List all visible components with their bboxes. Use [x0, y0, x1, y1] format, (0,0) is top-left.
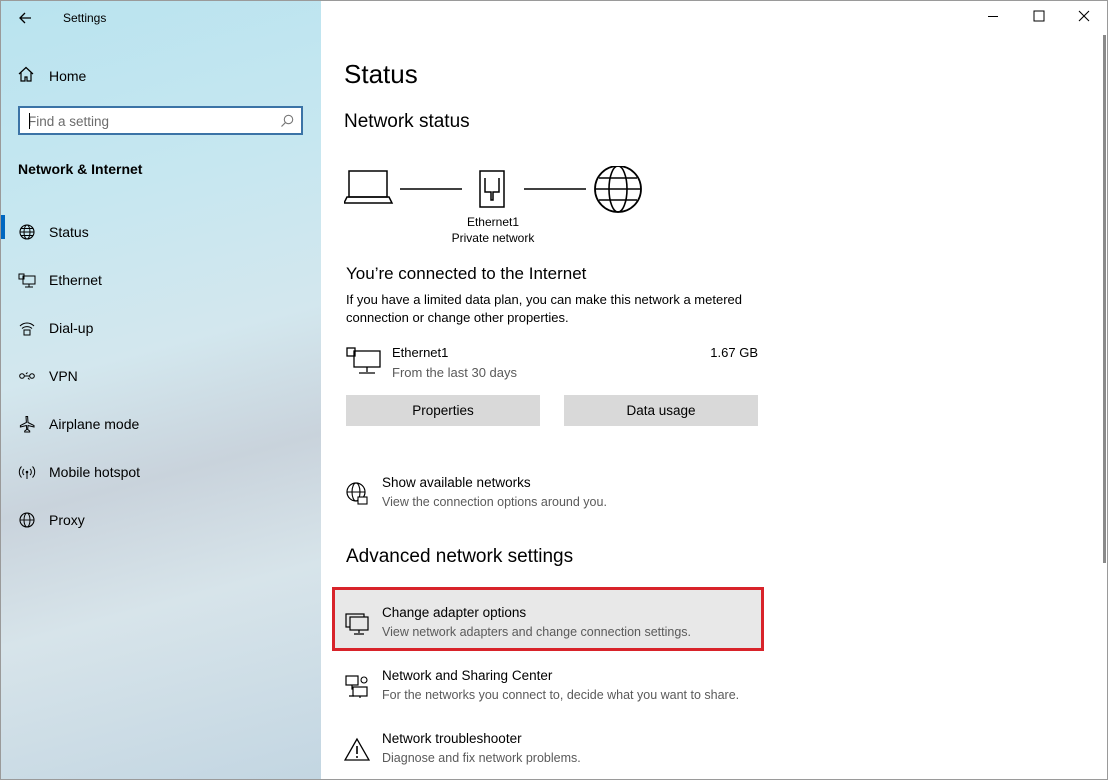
connection-name: Ethernet1 [392, 345, 449, 360]
vpn-icon [18, 367, 36, 385]
sidebar-item-airplane-mode[interactable]: Airplane mode [1, 401, 321, 449]
sidebar-item-proxy[interactable]: Proxy [1, 497, 321, 545]
search-box[interactable] [18, 106, 303, 135]
link-subtitle: For the networks you connect to, decide … [382, 688, 740, 702]
link-subtitle: Diagnose and fix network problems. [382, 751, 581, 765]
properties-button[interactable]: Properties [346, 395, 540, 426]
sidebar-item-label: Mobile hotspot [49, 464, 141, 480]
status-globe-icon [18, 223, 36, 241]
sidebar-item-label: VPN [49, 368, 78, 384]
ethernet-icon [18, 271, 36, 289]
data-usage-button[interactable]: Data usage [564, 395, 758, 426]
link-title: Show available networks [382, 475, 531, 490]
change-adapter-options-link[interactable]: Change adapter options View network adap… [332, 599, 758, 651]
sidebar-item-ethernet[interactable]: Ethernet [1, 257, 321, 305]
airplane-icon [18, 415, 36, 433]
dialup-icon [18, 319, 36, 337]
sidebar-item-label: Dial-up [49, 320, 94, 336]
search-input[interactable] [28, 112, 278, 130]
diagram-adapter-name: Ethernet1 [466, 215, 520, 229]
page-title: Status [344, 59, 418, 89]
settings-window: Settings Home Network & Internet Status [0, 0, 1108, 780]
network-status-heading: Network status [344, 111, 470, 132]
advanced-settings-heading: Advanced network settings [346, 546, 574, 567]
home-icon [17, 65, 35, 88]
home-label: Home [49, 68, 87, 84]
sidebar-item-label: Status [49, 224, 89, 240]
laptop-icon [344, 170, 394, 204]
network-globe-icon [344, 481, 370, 507]
network-troubleshooter-link[interactable]: Network troubleshooter Diagnose and fix … [332, 725, 758, 777]
connected-description: If you have a limited data plan, you can… [346, 292, 742, 325]
sidebar-item-label: Proxy [49, 512, 85, 528]
connection-subtitle: From the last 30 days [392, 365, 517, 380]
home-link[interactable]: Home [17, 65, 86, 87]
link-subtitle: View the connection options around you. [382, 495, 607, 509]
ethernet-adapter-icon [346, 347, 382, 377]
app-title: Settings [63, 11, 107, 25]
show-available-networks-link[interactable]: Show available networks View the connect… [332, 469, 758, 521]
link-subtitle: View network adapters and change connect… [382, 625, 691, 639]
proxy-globe-icon [18, 511, 36, 529]
sidebar-item-label: Ethernet [49, 272, 102, 288]
adapter-monitor-icon [344, 611, 370, 637]
sidebar-item-vpn[interactable]: VPN [1, 353, 321, 401]
data-usage-amount: 1.67 GB [710, 345, 758, 360]
hotspot-icon [18, 463, 36, 481]
section-title: Network & Internet [18, 161, 143, 177]
sharing-center-icon [344, 674, 370, 700]
back-arrow-icon[interactable] [15, 7, 37, 29]
link-title: Change adapter options [382, 605, 527, 620]
connected-heading: You’re connected to the Internet [346, 264, 587, 283]
sidebar-item-mobile-hotspot[interactable]: Mobile hotspot [1, 449, 321, 497]
sidebar-item-dialup[interactable]: Dial-up [1, 305, 321, 353]
globe-icon [594, 166, 642, 213]
ethernet-port-icon [479, 170, 505, 208]
scrollbar-thumb[interactable] [1103, 35, 1106, 563]
diagram-network-type: Private network [451, 231, 535, 245]
warning-triangle-icon [343, 737, 371, 763]
network-diagram: Ethernet1 Private network [344, 166, 644, 251]
sidebar-item-status[interactable]: Status [1, 209, 321, 257]
network-sharing-center-link[interactable]: Network and Sharing Center For the netwo… [332, 662, 758, 714]
link-title: Network troubleshooter [382, 731, 522, 746]
text-caret [29, 113, 30, 129]
search-icon[interactable] [280, 114, 294, 128]
link-title: Network and Sharing Center [382, 668, 553, 683]
sidebar: Settings Home Network & Internet Status [1, 1, 321, 779]
sidebar-nav: Status Ethernet Dial-up VPN Airplane mod… [1, 209, 321, 545]
sidebar-item-label: Airplane mode [49, 416, 140, 432]
